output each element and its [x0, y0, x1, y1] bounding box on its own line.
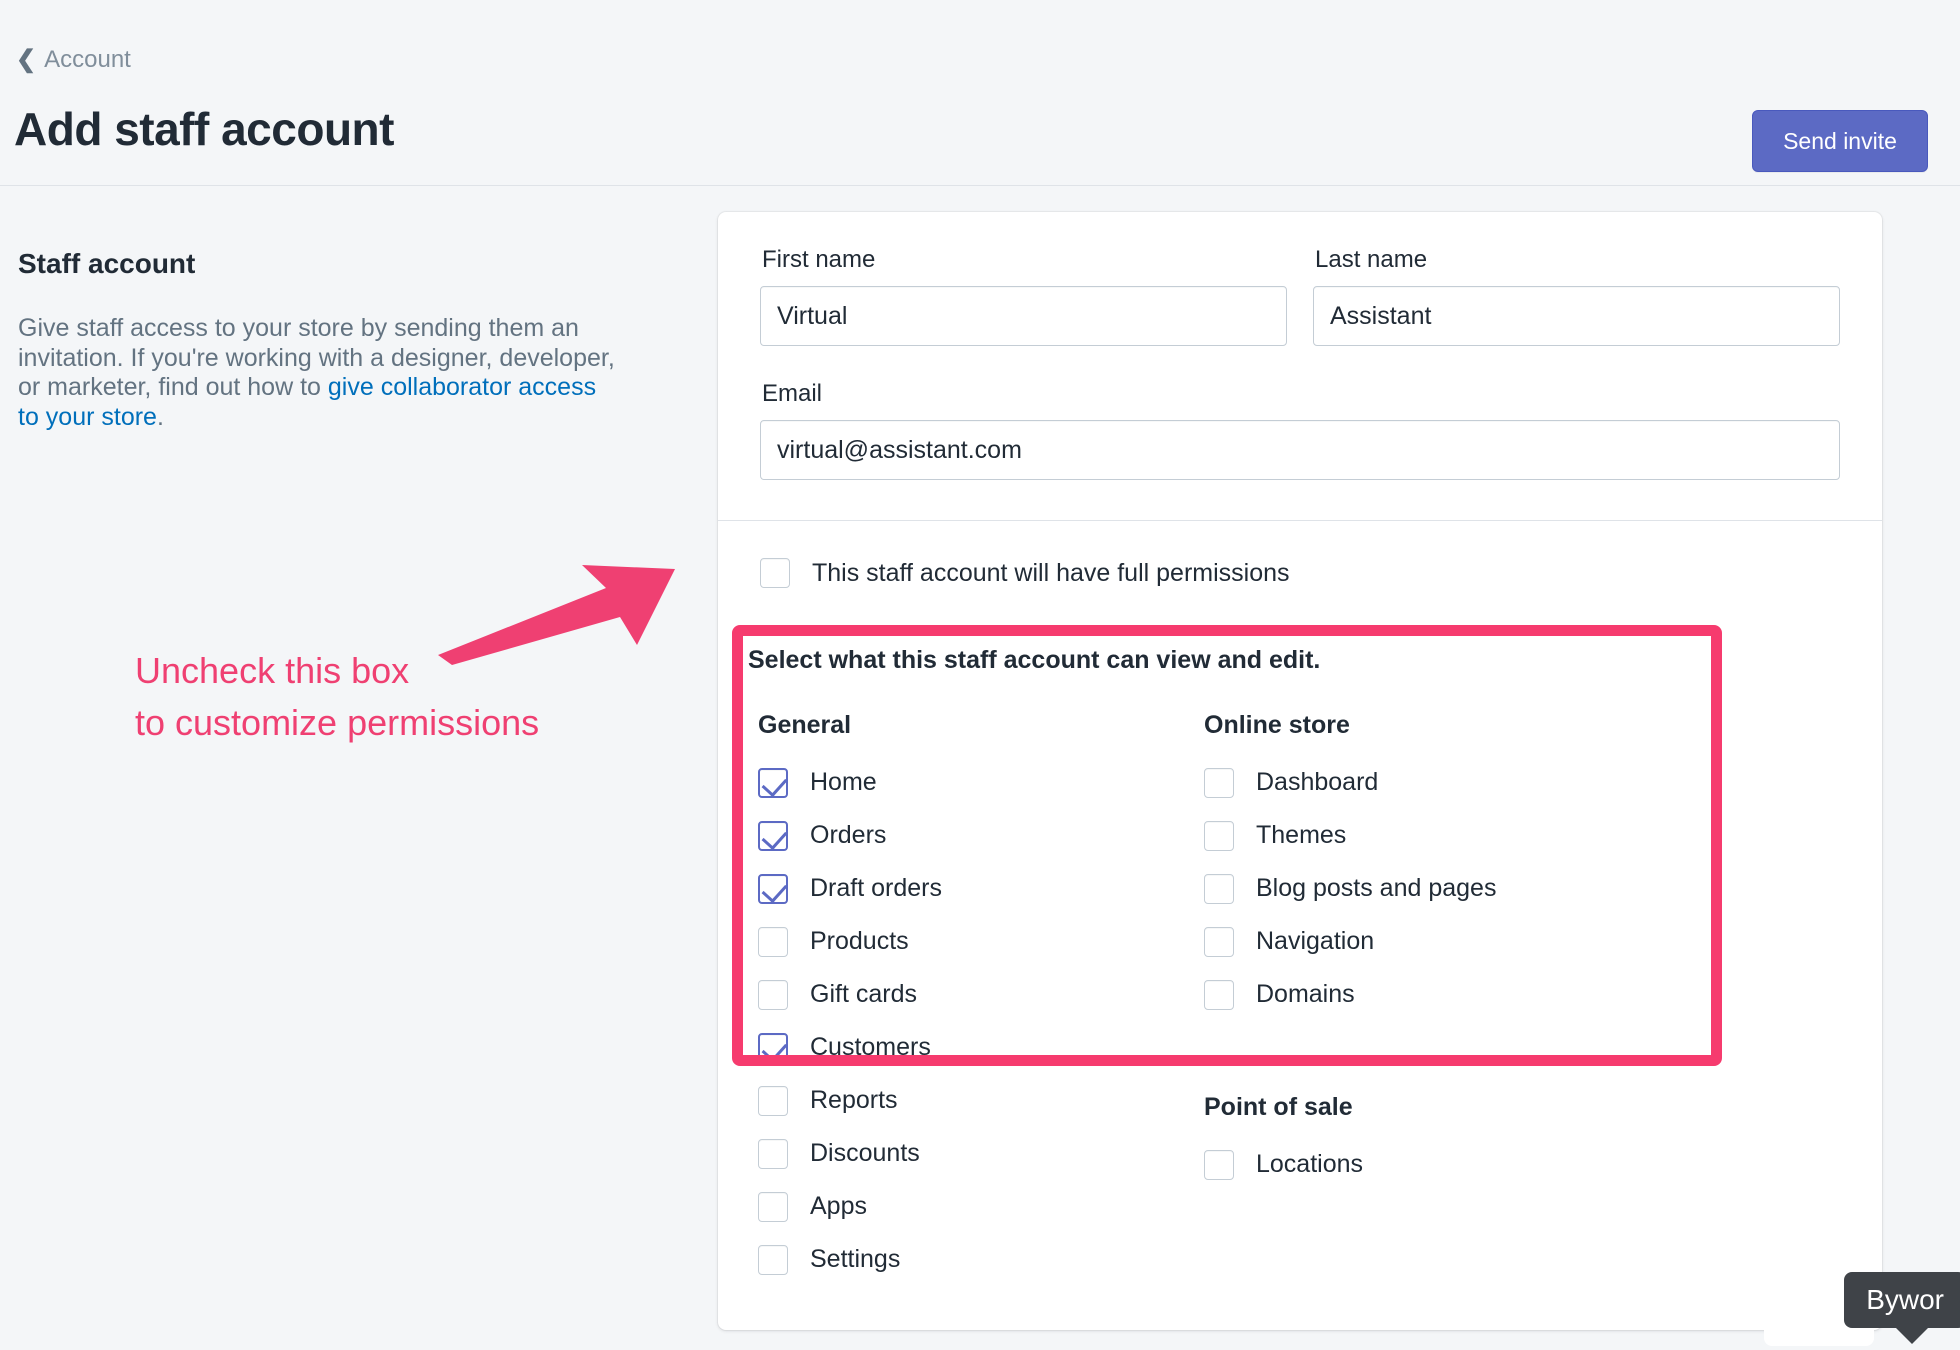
checkbox[interactable] — [1204, 767, 1234, 798]
last-name-input[interactable] — [1313, 286, 1840, 346]
first-name-field: First name — [760, 246, 1287, 346]
permission-label: Gift cards — [810, 980, 917, 1008]
email-field: Email — [760, 380, 1840, 480]
permission-label: Dashboard — [1256, 768, 1379, 796]
checkbox[interactable] — [758, 1085, 788, 1116]
permission-label: Blog posts and pages — [1256, 874, 1497, 902]
permission-group-title: Point of sale — [1204, 1093, 1353, 1121]
permission-label: Discounts — [810, 1139, 920, 1167]
breadcrumb-label: Account — [44, 46, 131, 73]
permission-item-themes[interactable]: Themes — [1204, 809, 1652, 862]
permission-item-gift-cards[interactable]: Gift cards — [758, 968, 1200, 1021]
section-heading: Staff account — [18, 248, 196, 279]
permission-item-discounts[interactable]: Discounts — [758, 1127, 1200, 1180]
full-permissions-row[interactable]: This staff account will have full permis… — [760, 551, 1840, 595]
page-header: ❮ Account Add staff account Send invite — [0, 0, 1960, 186]
checkbox[interactable] — [1204, 873, 1234, 904]
permission-label: Locations — [1256, 1150, 1364, 1178]
annotation-text: Uncheck this box to customize permission… — [135, 650, 540, 744]
permissions-column-general: General Home Orders Draft orders Products Gif… — [748, 711, 1200, 1286]
permission-item-settings[interactable]: Settings — [758, 1233, 1200, 1286]
first-name-label: First name — [762, 246, 876, 273]
checkbox[interactable] — [758, 820, 788, 851]
email-label: Email — [762, 380, 823, 407]
permission-item-reports[interactable]: Reports — [758, 1074, 1200, 1127]
full-permissions-checkbox[interactable] — [760, 558, 790, 588]
permission-item-orders[interactable]: Orders — [758, 809, 1200, 862]
checkbox[interactable] — [1204, 1149, 1234, 1180]
permission-item-dashboard[interactable]: Dashboard — [1204, 756, 1652, 809]
tooltip: Bywor — [1844, 1272, 1960, 1344]
checkbox[interactable] — [758, 979, 788, 1010]
checkbox[interactable] — [758, 1191, 788, 1222]
permission-label: Navigation — [1256, 927, 1375, 955]
permissions-detail: Select what this staff account can view … — [748, 646, 1706, 1286]
checkbox[interactable] — [1204, 926, 1234, 957]
permission-item-blog-posts-and-pages[interactable]: Blog posts and pages — [1204, 862, 1652, 915]
section-body: Give staff access to your store by sendi… — [18, 314, 618, 432]
chevron-left-icon: ❮ — [16, 46, 37, 73]
checkbox[interactable] — [758, 926, 788, 957]
permission-item-products[interactable]: Products — [758, 915, 1200, 968]
checkbox[interactable] — [758, 1032, 788, 1063]
permissions-section: This staff account will have full permis… — [718, 521, 1882, 595]
permission-label: Themes — [1256, 821, 1347, 849]
permissions-columns: General Home Orders Draft orders Products Gif… — [748, 711, 1706, 1286]
permission-item-apps[interactable]: Apps — [758, 1180, 1200, 1233]
permission-label: Apps — [810, 1192, 867, 1220]
permission-item-customers[interactable]: Customers — [758, 1021, 1200, 1074]
permission-item-locations[interactable]: Locations — [1204, 1138, 1652, 1191]
permission-group-title: Online store — [1204, 711, 1350, 739]
permission-label: Draft orders — [810, 874, 942, 902]
permission-label: Products — [810, 927, 909, 955]
permission-item-draft-orders[interactable]: Draft orders — [758, 862, 1200, 915]
permission-label: Settings — [810, 1245, 901, 1273]
page-title: Add staff account — [14, 103, 394, 155]
permission-label: Orders — [810, 821, 887, 849]
permission-item-domains[interactable]: Domains — [1204, 968, 1652, 1021]
permissions-column-online-store: Online store Dashboard Themes Blog posts an… — [1200, 711, 1652, 1286]
permission-label: Domains — [1256, 980, 1355, 1008]
permission-label: Reports — [810, 1086, 898, 1114]
checkbox[interactable] — [1204, 979, 1234, 1010]
checkbox[interactable] — [1204, 820, 1234, 851]
permission-item-home[interactable]: Home — [758, 756, 1200, 809]
permission-group-title: General — [758, 711, 852, 739]
name-email-section: First name Last name Email — [718, 212, 1882, 520]
checkbox[interactable] — [758, 1244, 788, 1275]
checkbox[interactable] — [758, 767, 788, 798]
permission-label: Customers — [810, 1033, 931, 1061]
body-text-after-link: . — [156, 402, 164, 431]
email-input[interactable] — [760, 420, 1840, 480]
last-name-label: Last name — [1315, 246, 1428, 273]
first-name-input[interactable] — [760, 286, 1287, 346]
last-name-field: Last name — [1313, 246, 1840, 346]
permissions-subtitle: Select what this staff account can view … — [748, 646, 1321, 674]
staff-account-description: Staff account Give staff access to your … — [18, 248, 618, 432]
permission-label: Home — [810, 768, 877, 796]
permission-item-navigation[interactable]: Navigation — [1204, 915, 1652, 968]
name-row: First name Last name — [760, 246, 1840, 346]
full-permissions-label: This staff account will have full permis… — [812, 558, 1290, 587]
send-invite-button[interactable]: Send invite — [1752, 110, 1928, 172]
breadcrumb[interactable]: ❮ Account — [16, 46, 131, 74]
checkbox[interactable] — [758, 873, 788, 904]
checkbox[interactable] — [758, 1138, 788, 1169]
